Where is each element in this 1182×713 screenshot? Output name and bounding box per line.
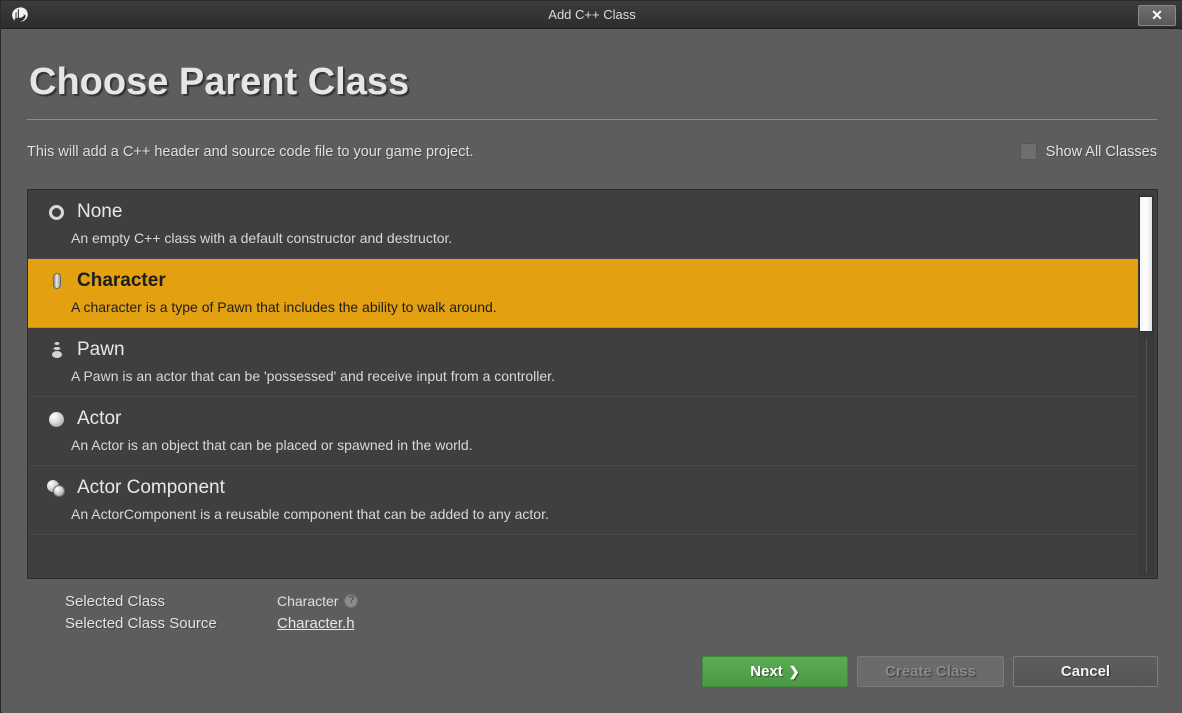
checkbox-box[interactable]	[1019, 143, 1037, 160]
class-name: Actor	[77, 408, 122, 429]
window-title: Add C++ Class	[548, 7, 636, 22]
class-description: A character is a type of Pawn that inclu…	[71, 299, 497, 315]
class-description: An Actor is an object that can be placed…	[71, 437, 473, 453]
create-class-button: Create Class	[857, 656, 1004, 687]
parent-class-list[interactable]: None An empty C++ class with a default c…	[27, 189, 1158, 579]
chevron-right-icon: ❯	[788, 663, 800, 679]
ring-icon	[46, 202, 67, 223]
class-list-item-none[interactable]: None An empty C++ class with a default c…	[28, 190, 1138, 259]
cancel-button[interactable]: Cancel	[1013, 656, 1158, 687]
subtitle-text: This will add a C++ header and source co…	[27, 144, 474, 160]
class-name: None	[77, 201, 123, 222]
class-head: Pawn	[28, 339, 1138, 361]
selected-class-row: Selected Class Character ?	[65, 590, 359, 612]
class-list-item-pawn[interactable]: Pawn A Pawn is an actor that can be 'pos…	[28, 328, 1138, 397]
next-button[interactable]: Next ❯	[702, 656, 848, 687]
class-head: Character	[28, 270, 1138, 292]
dialog-body: Choose Parent Class This will add a C++ …	[2, 30, 1182, 713]
add-cpp-class-dialog: Add C++ Class ✕ Choose Parent Class This…	[0, 0, 1182, 713]
class-name: Character	[77, 270, 166, 291]
selected-class-source-link[interactable]: Character.h	[277, 615, 355, 632]
help-icon[interactable]: ?	[344, 594, 359, 608]
selection-info: Selected Class Character ? Selected Clas…	[65, 590, 359, 634]
close-icon[interactable]: ✕	[1138, 5, 1176, 26]
selected-class-label: Selected Class	[65, 592, 166, 610]
selected-class-value-wrap: Character ?	[277, 593, 359, 609]
title-bar: Add C++ Class ✕	[1, 1, 1182, 29]
selected-class-source-row: Selected Class Source Character.h	[65, 612, 358, 634]
list-scrollbar-thumb[interactable]	[1139, 196, 1153, 332]
selected-class-source-value-wrap: Character.h	[277, 615, 355, 632]
selected-class-value: Character	[277, 593, 339, 609]
class-description: A Pawn is an actor that can be 'possesse…	[71, 368, 555, 384]
sphere-icon	[46, 409, 67, 430]
pawn-icon	[46, 340, 67, 361]
selected-class-source-label: Selected Class Source	[65, 614, 217, 632]
double-sphere-icon	[46, 478, 67, 499]
title-divider	[27, 119, 1157, 120]
class-head: None	[28, 201, 1138, 223]
parent-class-list-inner: None An empty C++ class with a default c…	[28, 190, 1138, 535]
capsule-icon	[46, 271, 67, 292]
class-description: An empty C++ class with a default constr…	[71, 230, 453, 246]
class-list-item-actor-component[interactable]: Actor Component An ActorComponent is a r…	[28, 466, 1138, 535]
class-list-item-character[interactable]: Character A character is a type of Pawn …	[28, 259, 1138, 328]
class-name: Pawn	[77, 339, 125, 360]
show-all-classes-checkbox[interactable]: Show All Classes	[1019, 143, 1157, 160]
class-list-item-actor[interactable]: Actor An Actor is an object that can be …	[28, 397, 1138, 466]
class-head: Actor Component	[28, 477, 1138, 499]
scrollbar-guide-line	[1146, 338, 1147, 574]
class-description: An ActorComponent is a reusable componen…	[71, 506, 549, 522]
page-title: Choose Parent Class	[29, 61, 410, 103]
class-name: Actor Component	[77, 477, 225, 498]
class-head: Actor	[28, 408, 1138, 430]
next-button-label: Next	[750, 663, 783, 680]
show-all-classes-label: Show All Classes	[1045, 143, 1157, 160]
